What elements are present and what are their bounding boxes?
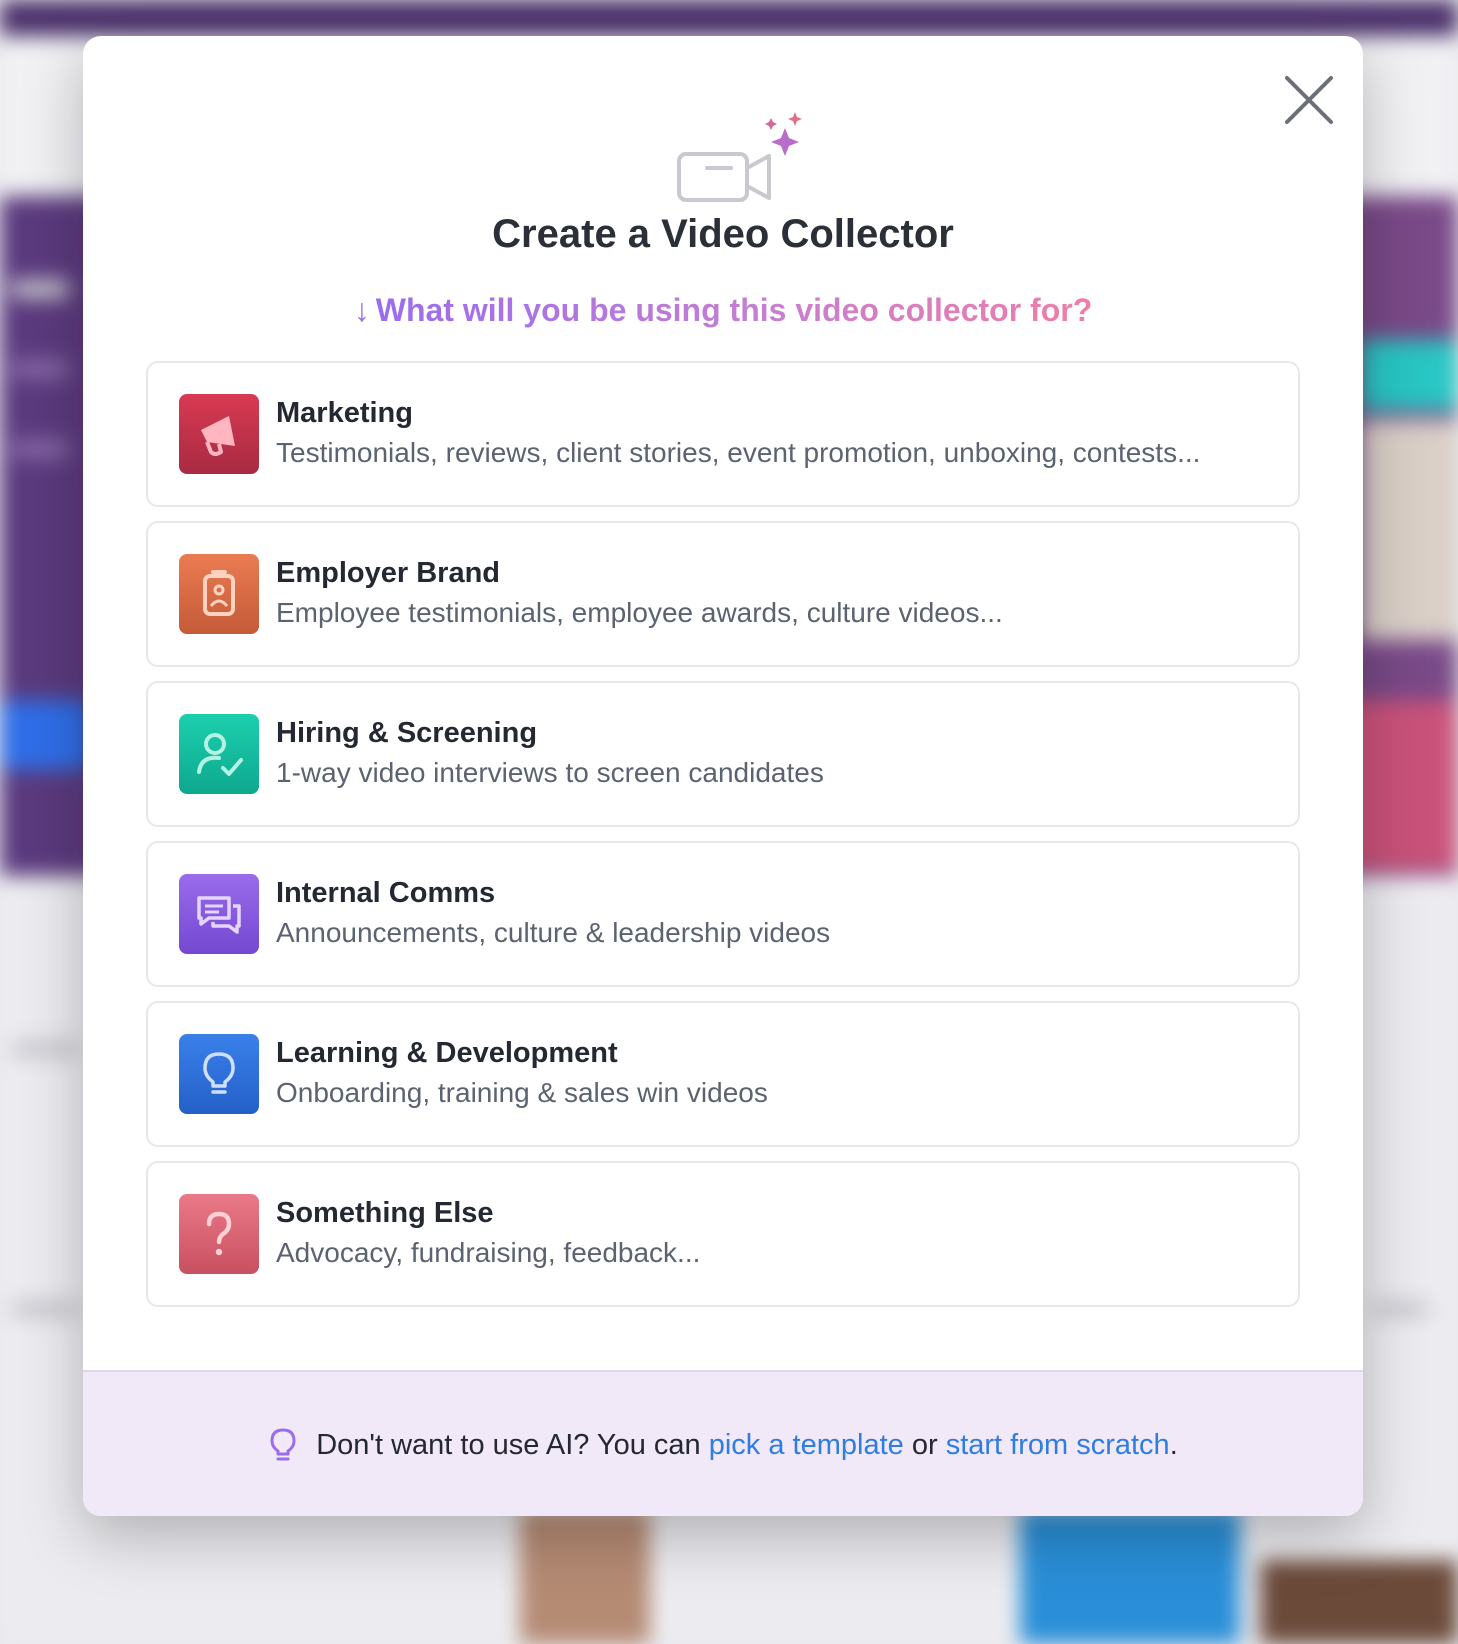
option-title: Marketing xyxy=(276,397,413,429)
option-title: Learning & Development xyxy=(276,1037,618,1069)
video-camera-sparkle-icon xyxy=(677,112,802,202)
start-from-scratch-link[interactable]: start from scratch xyxy=(946,1429,1170,1462)
id-badge-icon xyxy=(179,554,259,634)
lightbulb-icon xyxy=(179,1034,259,1114)
lightbulb-icon xyxy=(268,1427,298,1463)
close-button[interactable] xyxy=(1281,72,1337,128)
option-description: Announcements, culture & leadership vide… xyxy=(276,917,831,948)
option-learning-development[interactable]: Learning & Development Onboarding, train… xyxy=(146,1001,1300,1147)
option-description: Employee testimonials, employee awards, … xyxy=(276,597,1003,628)
footer-text-suffix: . xyxy=(1169,1428,1178,1461)
pick-template-link[interactable]: pick a template xyxy=(709,1429,904,1462)
create-video-collector-modal: Create a Video Collector ↓ What will you … xyxy=(83,36,1363,1516)
modal-footer: Don't want to use AI? You can pick a tem… xyxy=(83,1370,1363,1516)
option-description: Onboarding, training & sales win videos xyxy=(276,1077,768,1108)
option-description: Testimonials, reviews, client stories, e… xyxy=(276,437,1201,468)
modal-subtitle: ↓ What will you be using this video colle… xyxy=(83,292,1363,329)
option-hiring-screening[interactable]: Hiring & Screening 1-way video interview… xyxy=(146,681,1300,827)
option-title: Employer Brand xyxy=(276,557,500,589)
option-description: Advocacy, fundraising, feedback... xyxy=(276,1237,701,1268)
arrow-down-icon: ↓ xyxy=(353,292,370,328)
option-internal-comms[interactable]: Internal Comms Announcements, culture & … xyxy=(146,841,1300,987)
close-icon xyxy=(1285,76,1333,124)
chat-bubbles-icon xyxy=(179,874,259,954)
option-marketing[interactable]: Marketing Testimonials, reviews, client … xyxy=(146,361,1300,507)
option-description: 1-way video interviews to screen candida… xyxy=(276,757,824,788)
option-something-else[interactable]: Something Else Advocacy, fundraising, fe… xyxy=(146,1161,1300,1307)
option-title: Hiring & Screening xyxy=(276,717,538,749)
megaphone-icon xyxy=(179,394,259,474)
modal-title: Create a Video Collector xyxy=(492,212,954,256)
footer-text-prefix: Don't want to use AI? You can xyxy=(316,1428,709,1461)
option-title: Something Else xyxy=(276,1197,494,1229)
user-check-icon xyxy=(179,714,259,794)
use-case-options: Marketing Testimonials, reviews, client … xyxy=(146,361,1300,1321)
subtitle-text: What will you be using this video collec… xyxy=(375,292,1093,328)
question-mark-icon xyxy=(179,1194,259,1274)
option-title: Internal Comms xyxy=(276,877,496,909)
footer-text-middle: or xyxy=(903,1428,946,1461)
option-employer-brand[interactable]: Employer Brand Employee testimonials, em… xyxy=(146,521,1300,667)
